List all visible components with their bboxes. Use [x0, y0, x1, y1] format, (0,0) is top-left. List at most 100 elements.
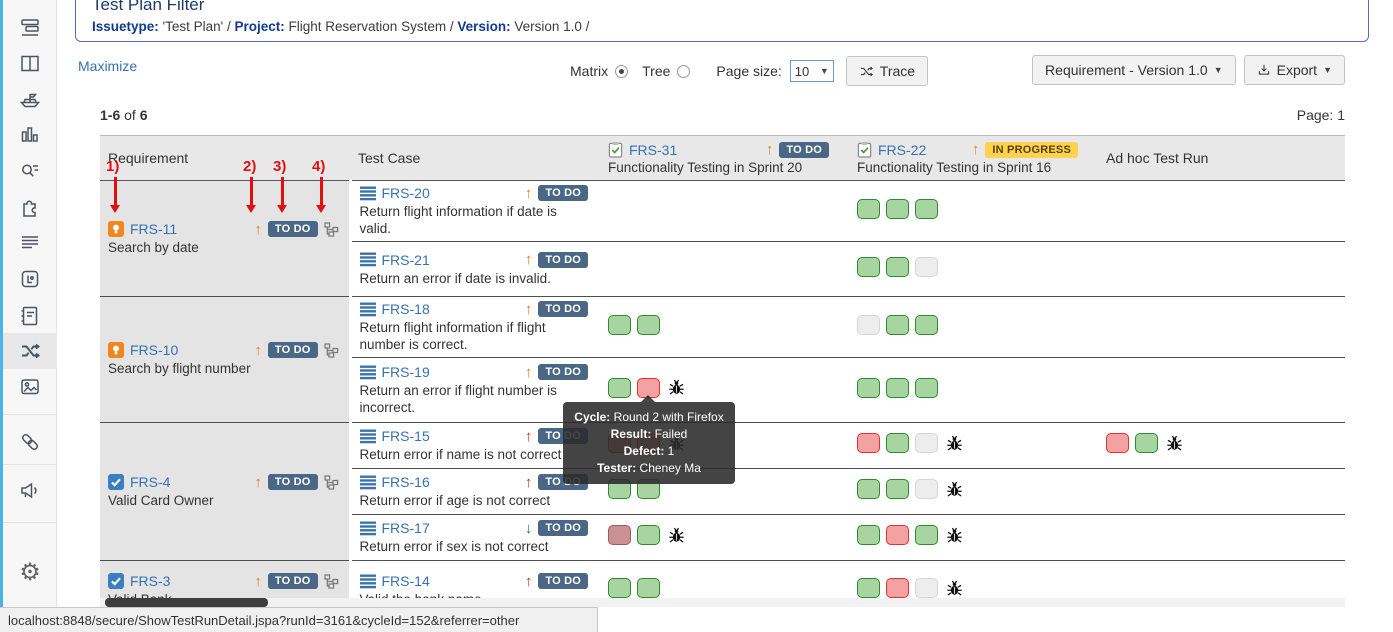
maximize-link[interactable]: Maximize [78, 58, 137, 74]
settings-gear-icon[interactable]: ⚙ [3, 555, 57, 591]
run-result-square-pass[interactable] [886, 257, 909, 277]
hierarchy-icon[interactable] [324, 343, 339, 358]
run-result-square-fail[interactable] [1106, 433, 1129, 453]
run-result-square-pass[interactable] [608, 378, 631, 398]
results-range: 1-6 [100, 107, 120, 123]
bug-icon[interactable] [946, 580, 963, 597]
sidebar-divider [3, 414, 57, 415]
test-case-key-link[interactable]: FRS-19 [382, 364, 430, 380]
run-result-square-pass[interactable] [637, 525, 660, 545]
run-result-square-pass[interactable] [915, 315, 938, 335]
sidebar-divider [3, 464, 57, 465]
results-total: 6 [140, 107, 148, 123]
run-results-cell [849, 358, 1098, 423]
test-case-key-link[interactable]: FRS-18 [382, 301, 430, 317]
test-case-key-link[interactable]: FRS-16 [382, 474, 430, 490]
run-result-square-pass[interactable] [857, 257, 880, 277]
requirement-key-link[interactable]: FRS-4 [130, 474, 170, 490]
horizontal-scrollbar-thumb[interactable] [105, 598, 268, 607]
bug-icon[interactable] [668, 379, 685, 396]
browser-status-bar: localhost:8848/secure/ShowTestRunDetail.… [0, 607, 598, 632]
traceability-shuffle-icon[interactable] [3, 333, 57, 369]
link-icon[interactable] [3, 424, 57, 460]
test-case-key-link[interactable]: FRS-20 [382, 185, 430, 201]
test-plan-key-link[interactable]: FRS-22 [878, 142, 926, 158]
hierarchy-icon[interactable] [324, 222, 339, 237]
run-results-cell [1098, 242, 1345, 297]
puzzle-icon[interactable] [3, 190, 57, 226]
hierarchy-icon[interactable] [324, 475, 339, 490]
bug-icon[interactable] [668, 527, 685, 544]
test-case-key-link[interactable]: FRS-14 [382, 573, 430, 589]
run-result-square-fail[interactable] [886, 525, 909, 545]
ship-icon[interactable] [3, 82, 57, 118]
run-result-square-pass[interactable] [637, 315, 660, 335]
tree-radio[interactable] [677, 65, 690, 78]
run-result-square-pass[interactable] [886, 199, 909, 219]
test-case-key-link[interactable]: FRS-21 [382, 252, 430, 268]
structure-card-icon[interactable] [3, 261, 57, 297]
stacked-cards-icon[interactable] [3, 10, 57, 46]
test-plan-status-badge: TO DO [779, 142, 829, 158]
test-case-cell: FRS-20↑TO DOReturn flight information if… [350, 181, 600, 242]
run-result-square-none[interactable] [915, 433, 938, 453]
run-result-square-failmuted[interactable] [608, 525, 631, 545]
megaphone-icon[interactable] [3, 472, 57, 508]
bug-icon[interactable] [1166, 435, 1183, 452]
test-case-summary: Return an error if date is invalid. [360, 270, 593, 287]
bug-icon[interactable] [946, 481, 963, 498]
run-result-square-pass[interactable] [915, 378, 938, 398]
test-plan-key-link[interactable]: FRS-31 [629, 142, 677, 158]
run-result-square-pass[interactable] [886, 315, 909, 335]
requirement-version-dropdown[interactable]: Requirement - Version 1.0 ▼ [1032, 55, 1236, 85]
bug-icon[interactable] [946, 527, 963, 544]
run-result-square-pass[interactable] [886, 378, 909, 398]
annotation-4-arrow [320, 177, 323, 206]
export-button[interactable]: Export ▼ [1244, 55, 1345, 85]
requirement-status-badge: TO DO [268, 221, 318, 237]
run-result-square-none[interactable] [857, 315, 880, 335]
test-case-icon [360, 521, 376, 536]
run-result-square-pass[interactable] [1135, 433, 1158, 453]
run-result-square-none[interactable] [915, 257, 938, 277]
test-case-key-link[interactable]: FRS-17 [382, 520, 430, 536]
run-result-square-fail[interactable] [857, 433, 880, 453]
run-result-square-pass[interactable] [857, 525, 880, 545]
image-icon[interactable] [3, 369, 57, 405]
run-result-square-pass[interactable] [857, 578, 880, 598]
run-results-cell [849, 561, 1098, 621]
requirement-key-link[interactable]: FRS-10 [130, 342, 178, 358]
priority-up-icon: ↑ [525, 302, 533, 317]
run-result-square-none[interactable] [915, 479, 938, 499]
test-case-status-badge: TO DO [538, 520, 588, 536]
trace-button[interactable]: Trace [846, 56, 928, 86]
hierarchy-icon[interactable] [324, 574, 339, 589]
run-result-square-pass[interactable] [886, 479, 909, 499]
run-result-square-pass[interactable] [915, 525, 938, 545]
search-results-icon[interactable] [3, 154, 57, 190]
run-result-square-pass[interactable] [857, 199, 880, 219]
run-result-square-pass[interactable] [608, 578, 631, 598]
run-result-square-pass[interactable] [857, 378, 880, 398]
run-result-square-pass[interactable] [637, 578, 660, 598]
run-result-square-none[interactable] [915, 578, 938, 598]
run-result-square-pass[interactable] [886, 433, 909, 453]
version-value: Version 1.0 / [514, 19, 589, 34]
split-columns-icon[interactable] [3, 46, 57, 82]
horizontal-scrollbar-track[interactable] [100, 598, 1345, 607]
text-lines-icon[interactable] [3, 225, 57, 261]
matrix-radio[interactable] [615, 65, 628, 78]
page-size-select[interactable]: 10 ▼ [790, 60, 834, 82]
run-results-cell [600, 561, 849, 621]
run-result-square-fail[interactable] [886, 578, 909, 598]
requirement-key-link[interactable]: FRS-11 [130, 221, 177, 237]
run-result-square-pass[interactable] [915, 199, 938, 219]
annotation-3-arrow [281, 177, 284, 206]
run-result-square-pass[interactable] [608, 315, 631, 335]
bug-icon[interactable] [946, 435, 963, 452]
requirement-key-link[interactable]: FRS-3 [130, 573, 170, 589]
run-result-square-pass[interactable] [857, 479, 880, 499]
address-book-icon[interactable] [3, 298, 57, 334]
test-case-key-link[interactable]: FRS-15 [382, 428, 430, 444]
bar-chart-icon[interactable] [3, 117, 57, 153]
